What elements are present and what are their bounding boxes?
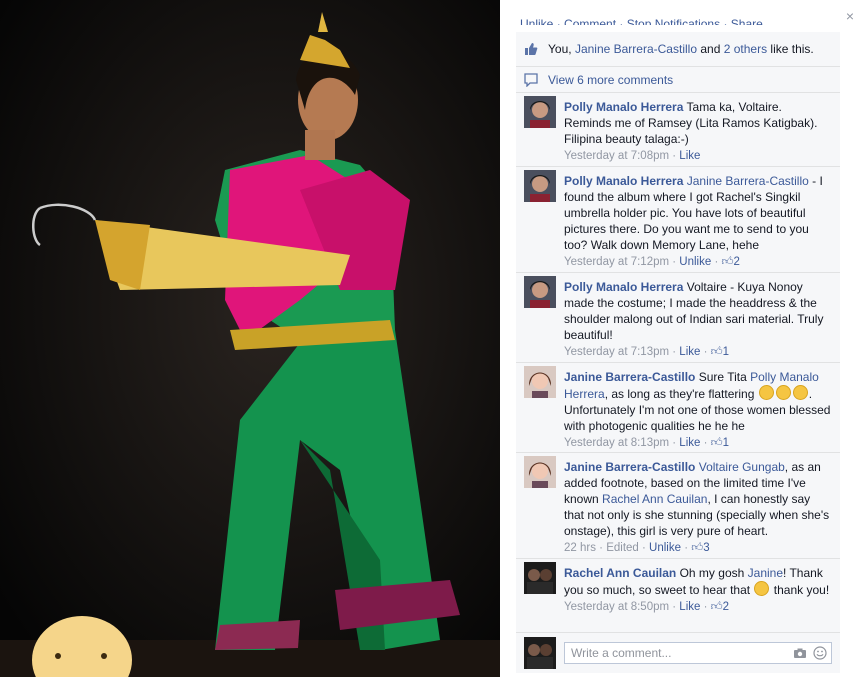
- comment-item: Janine Barrera-Castillo Sure Tita Polly …: [516, 363, 840, 453]
- comment-mention[interactable]: Voltaire Gungab: [699, 460, 785, 474]
- unlike-link[interactable]: Unlike: [520, 17, 553, 25]
- avatar[interactable]: [524, 562, 556, 594]
- grin-emoji-icon: [775, 385, 791, 400]
- comment-author[interactable]: Polly Manalo Herrera: [564, 100, 683, 114]
- photo-action-bar: Unlike · Comment · Stop Notifications · …: [520, 17, 763, 25]
- like-count-value: 3: [703, 542, 710, 554]
- dancer-photo: [0, 0, 500, 677]
- comment-pre: Sure Tita: [698, 370, 747, 384]
- like-thumb-icon: 👍︎: [710, 437, 723, 449]
- comment-like-count[interactable]: 👍︎2: [711, 601, 729, 613]
- comment-item: Polly Manalo Herrera Tama ka, Voltaire. …: [516, 93, 840, 167]
- comment-input-placeholder: Write a comment...: [571, 646, 672, 660]
- like-count-value: 2: [722, 601, 730, 613]
- comment-meta: Yesterday at 8:13pm · Like · 👍︎1: [564, 437, 730, 449]
- comment-author[interactable]: Janine Barrera-Castillo: [564, 370, 695, 384]
- avatar[interactable]: [524, 276, 556, 308]
- like-suffix: like this.: [770, 42, 814, 56]
- camera-icon[interactable]: [793, 646, 807, 660]
- like-person-link[interactable]: Janine Barrera-Castillo: [575, 42, 697, 56]
- comment-like-link[interactable]: Unlike: [649, 542, 681, 554]
- comment-time[interactable]: Yesterday at 8:50pm: [564, 601, 669, 613]
- view-more-row: View 6 more comments: [516, 67, 840, 93]
- comment-item: Polly Manalo Herrera Janine Barrera-Cast…: [516, 167, 840, 273]
- like-thumb-icon: 👍︎: [691, 542, 704, 554]
- write-comment-row: Write a comment...: [516, 633, 840, 673]
- comment-like-link[interactable]: Like: [679, 346, 700, 358]
- like-summary: You, Janine Barrera-Castillo and 2 other…: [516, 32, 840, 67]
- comments-sidebar: × Unlike · Comment · Stop Notifications …: [500, 0, 862, 677]
- comment-item: Polly Manalo Herrera Voltaire - Kuya Non…: [516, 273, 840, 363]
- comment-input[interactable]: Write a comment...: [564, 642, 832, 664]
- comment-bubble-icon: [524, 72, 538, 87]
- smile-emoji-icon: [754, 581, 770, 596]
- comment-like-link[interactable]: Like: [679, 601, 700, 613]
- avatar[interactable]: [524, 456, 556, 488]
- like-you: You,: [548, 42, 572, 56]
- view-more-comments-link[interactable]: View 6 more comments: [548, 73, 673, 87]
- avatar[interactable]: [524, 170, 556, 202]
- like-count-value: 1: [722, 437, 730, 449]
- comment-time[interactable]: Yesterday at 7:08pm: [564, 150, 669, 162]
- like-thumb-icon: 👍︎: [710, 346, 723, 358]
- close-icon[interactable]: ×: [846, 8, 854, 24]
- comment-mention[interactable]: Janine: [748, 566, 783, 580]
- comment-like-count[interactable]: 👍︎1: [711, 346, 729, 358]
- avatar: [524, 637, 556, 669]
- comments-panel: You, Janine Barrera-Castillo and 2 other…: [516, 32, 840, 673]
- comment-pre: Oh my gosh: [679, 566, 745, 580]
- comment-meta: Yesterday at 7:13pm · Like · 👍︎1: [564, 346, 730, 358]
- comment-author[interactable]: Polly Manalo Herrera: [564, 174, 683, 188]
- comment-meta: Yesterday at 7:08pm · Like: [564, 150, 701, 162]
- comment-like-count[interactable]: 👍︎2: [722, 256, 740, 268]
- comment-edited[interactable]: Edited: [606, 542, 639, 554]
- comment-like-link[interactable]: Unlike: [679, 256, 711, 268]
- like-thumb-icon: 👍︎: [721, 256, 734, 268]
- like-count-value: 1: [722, 346, 730, 358]
- comment-author[interactable]: Polly Manalo Herrera: [564, 280, 683, 294]
- comment-like-count[interactable]: 👍︎1: [711, 437, 729, 449]
- photo-viewer[interactable]: [0, 0, 500, 677]
- avatar[interactable]: [524, 366, 556, 398]
- comment-author[interactable]: Janine Barrera-Castillo: [564, 460, 695, 474]
- comment-like-link[interactable]: Like: [679, 150, 700, 162]
- comment-author[interactable]: Rachel Ann Cauilan: [564, 566, 676, 580]
- comment-meta: Yesterday at 8:50pm · Like · 👍︎2: [564, 601, 730, 613]
- comment-meta: Yesterday at 7:12pm · Unlike · 👍︎2: [564, 256, 740, 268]
- comment-meta: 22 hrs · Edited · Unlike · 👍︎3: [564, 542, 710, 554]
- comment-link[interactable]: Comment: [564, 17, 616, 25]
- comment-mention[interactable]: Rachel Ann Cauilan: [602, 492, 707, 506]
- stop-notifications-link[interactable]: Stop Notifications: [627, 17, 720, 25]
- like-count-value: 2: [733, 256, 740, 268]
- comment-time[interactable]: Yesterday at 8:13pm: [564, 437, 669, 449]
- comment-like-count[interactable]: 👍︎3: [691, 542, 709, 554]
- comment-like-link[interactable]: Like: [679, 437, 700, 449]
- avatar[interactable]: [524, 96, 556, 128]
- like-others-link[interactable]: 2 others: [724, 42, 767, 56]
- comment-post: thank you!: [773, 583, 830, 597]
- comment-time[interactable]: Yesterday at 7:13pm: [564, 346, 669, 358]
- grin-emoji-icon: [792, 385, 808, 400]
- comment-text: , as long as they're flattering: [604, 387, 755, 401]
- comment-item: Rachel Ann Cauilan Oh my gosh Janine! Th…: [516, 559, 840, 633]
- like-thumb-icon: 👍︎: [710, 601, 723, 613]
- comment-time[interactable]: 22 hrs: [564, 542, 596, 554]
- smiley-icon[interactable]: [813, 646, 827, 660]
- share-link[interactable]: Share: [731, 17, 763, 25]
- comment-mention[interactable]: Janine Barrera-Castillo: [687, 174, 809, 188]
- comment-item: Janine Barrera-Castillo Voltaire Gungab,…: [516, 453, 840, 559]
- grin-emoji-icon: [758, 385, 774, 400]
- like-thumb-icon: [524, 42, 538, 56]
- like-and: and: [700, 42, 721, 56]
- comment-time[interactable]: Yesterday at 7:12pm: [564, 256, 669, 268]
